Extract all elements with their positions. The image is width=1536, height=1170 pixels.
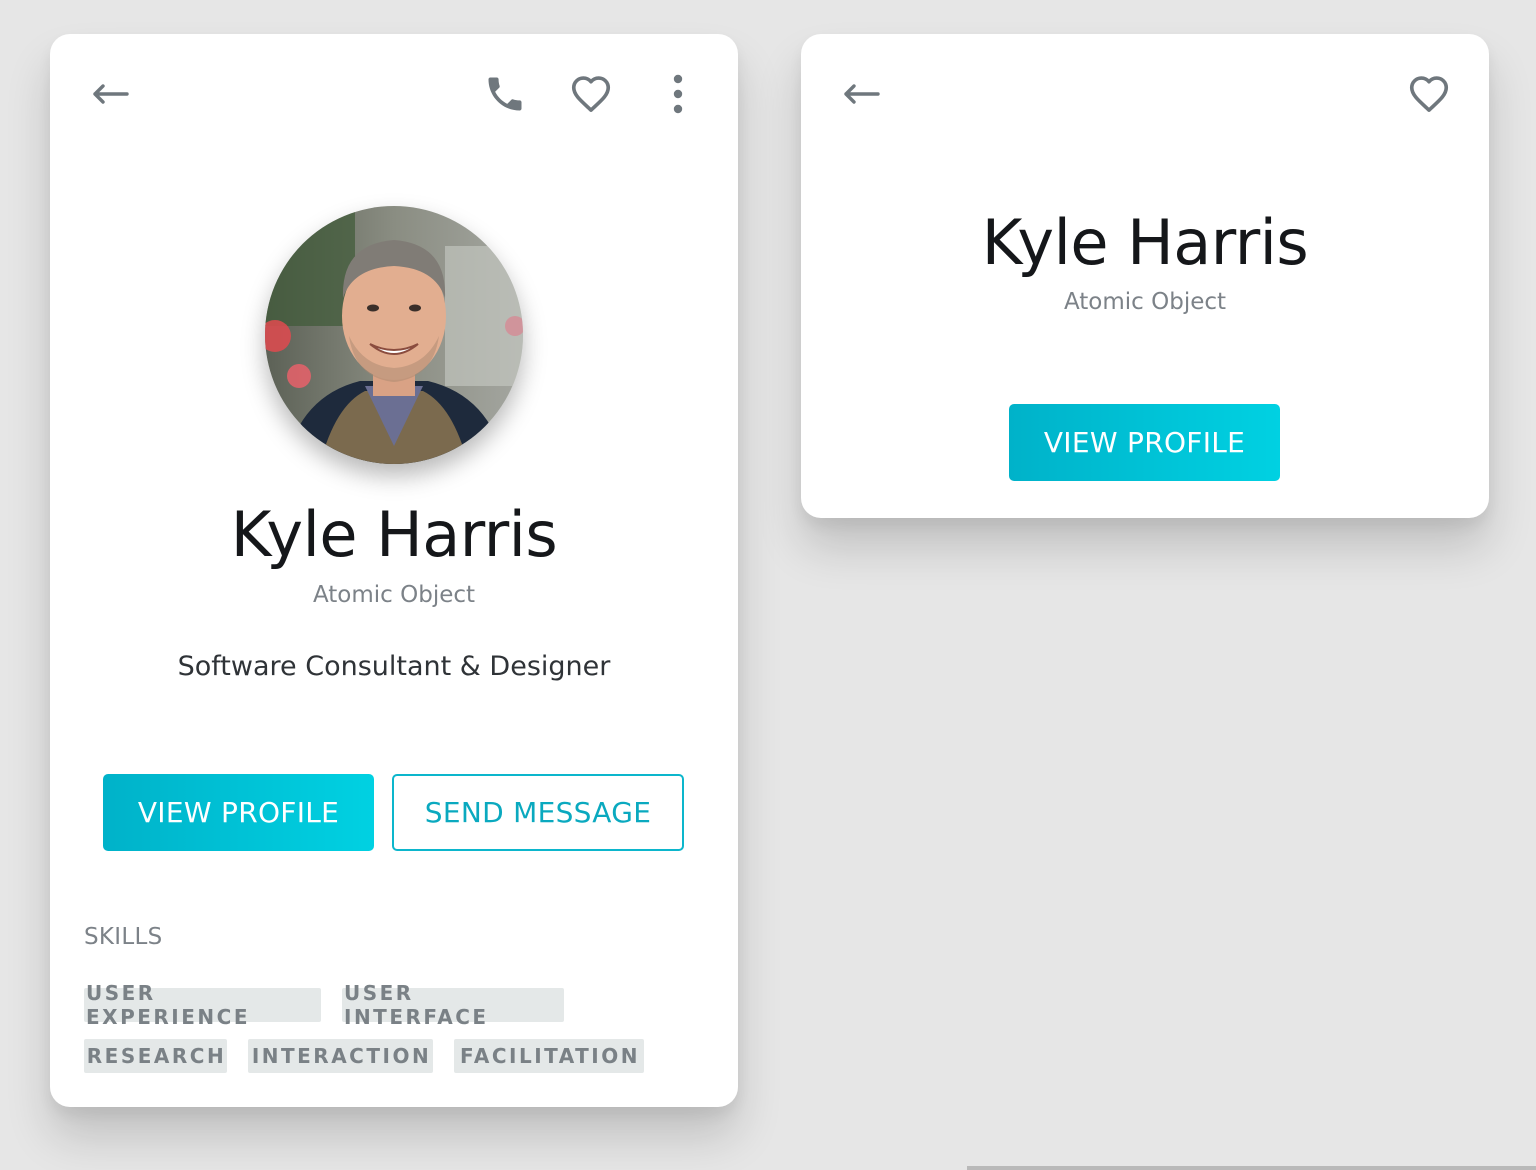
back-button[interactable]	[829, 62, 893, 126]
back-button[interactable]	[78, 62, 142, 126]
profile-name: Kyle Harris	[981, 206, 1309, 279]
profile-name: Kyle Harris	[230, 498, 558, 571]
back-arrow-icon	[844, 84, 880, 104]
profile-card-expanded: Kyle Harris Atomic Object Software Consu…	[50, 34, 738, 1107]
send-message-button[interactable]: SEND MESSAGE	[392, 774, 684, 851]
avatar	[265, 206, 523, 464]
favorite-button[interactable]	[559, 62, 623, 126]
view-profile-button[interactable]: VIEW PROFILE	[1009, 404, 1280, 481]
profile-company: Atomic Object	[1063, 289, 1227, 315]
skill-chip[interactable]: USER EXPERIENCE	[84, 981, 321, 1029]
avatar-photo	[265, 206, 523, 464]
skill-chip[interactable]: FACILITATION	[454, 1039, 644, 1073]
skill-chip[interactable]: RESEARCH	[84, 1039, 227, 1073]
skills-heading: SKILLS	[84, 924, 163, 950]
view-profile-button[interactable]: VIEW PROFILE	[103, 774, 374, 851]
skill-chip[interactable]: USER INTERFACE	[342, 981, 564, 1029]
heart-icon	[571, 76, 611, 112]
heart-icon	[1409, 76, 1449, 112]
favorite-button[interactable]	[1397, 62, 1461, 126]
profile-company: Atomic Object	[312, 582, 476, 608]
call-button[interactable]	[473, 62, 537, 126]
divider	[967, 1166, 1536, 1170]
more-vertical-icon	[673, 74, 683, 114]
more-options-button[interactable]	[646, 62, 710, 126]
profile-card-compact: Kyle Harris Atomic Object VIEW PROFILE	[801, 34, 1489, 518]
phone-icon	[488, 77, 522, 111]
profile-title: Software Consultant & Designer	[177, 651, 611, 682]
back-arrow-icon	[93, 84, 129, 104]
skill-chip[interactable]: INTERACTION	[248, 1039, 433, 1073]
